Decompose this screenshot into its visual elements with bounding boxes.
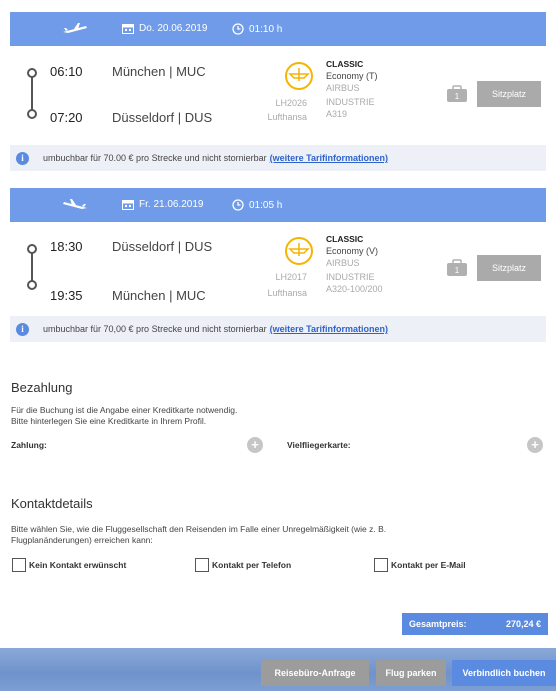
- arrival-time: 19:35: [50, 288, 83, 303]
- arrival-dot-icon: [27, 280, 37, 290]
- aircraft-maker-1: AIRBUS: [326, 258, 360, 268]
- departure-city: Düsseldorf | DUS: [112, 239, 213, 254]
- flight-2-duration-text: 01:05 h: [249, 199, 283, 211]
- flight-1-date-text: Do. 20.06.2019: [139, 23, 208, 34]
- arrival-city: Düsseldorf | DUS: [112, 110, 213, 125]
- fare-rules-text: umbuchbar für 70.00 € pro Strecke und ni…: [43, 153, 267, 163]
- flight-2-header: Fr. 21.06.2019 01:05 h: [10, 188, 546, 222]
- contact-text-2: Flugplanänderungen) erreichen kann:: [11, 535, 153, 545]
- fare-info-link[interactable]: (weitere Tarifinformationen): [270, 324, 388, 334]
- cabin-class: Economy (T): [326, 71, 378, 81]
- travel-agency-request-button[interactable]: Reisebüro-Anfrage: [261, 660, 369, 686]
- contact-option-phone[interactable]: Kontakt per Telefon: [195, 558, 291, 572]
- book-binding-button[interactable]: Verbindlich buchen: [452, 660, 556, 686]
- frequent-flyer-label: Vielfliegerkarte:: [287, 440, 351, 450]
- svg-text:1: 1: [455, 92, 460, 101]
- svg-text:1: 1: [455, 266, 460, 275]
- flight-2-fare-info: i umbuchbar für 70,00 € pro Strecke und …: [10, 316, 546, 342]
- departure-time: 06:10: [50, 64, 83, 79]
- arrival-dot-icon: [27, 109, 37, 119]
- contact-option-email[interactable]: Kontakt per E-Mail: [374, 558, 466, 572]
- fare-info: CLASSIC Economy (V) AIRBUS INDUSTRIE A32…: [326, 233, 383, 295]
- plane-return-icon: [63, 199, 87, 209]
- cabin-class: Economy (V): [326, 246, 379, 256]
- flight-1-duration-text: 01:10 h: [249, 23, 283, 35]
- checkbox[interactable]: [12, 558, 26, 572]
- departure-time: 18:30: [50, 239, 83, 254]
- fare-rules-text: umbuchbar für 70,00 € pro Strecke und ni…: [43, 324, 267, 334]
- add-payment-icon[interactable]: +: [247, 437, 263, 453]
- info-icon: i: [16, 322, 29, 336]
- lufthansa-logo-icon: [285, 62, 313, 90]
- flight-number: LH2026: [275, 98, 307, 108]
- flight-2-date: Fr. 21.06.2019: [122, 199, 204, 210]
- flight-1-header: Do. 20.06.2019 01:10 h: [10, 12, 546, 46]
- total-price-value: 270,24 €: [505, 619, 541, 629]
- flight-1-details: 06:10 München | MUC 07:20 Düsseldorf | D…: [10, 46, 546, 148]
- calendar-icon: [122, 24, 134, 34]
- airline-name: Lufthansa: [267, 288, 307, 298]
- aircraft-type: A320-100/200: [326, 284, 383, 294]
- add-frequent-flyer-icon[interactable]: +: [527, 437, 543, 453]
- fare-class: CLASSIC: [326, 234, 364, 244]
- payment-label: Zahlung:: [11, 440, 47, 450]
- arrival-time: 07:20: [50, 110, 83, 125]
- clock-icon: [232, 199, 244, 211]
- seat-selection-button[interactable]: Sitzplatz: [477, 81, 541, 107]
- contact-option-label: Kontakt per E-Mail: [391, 560, 466, 570]
- contact-title: Kontaktdetails: [11, 496, 93, 511]
- contact-text-1: Bitte wählen Sie, wie die Fluggesellscha…: [11, 524, 387, 534]
- info-icon: i: [16, 151, 29, 165]
- contact-option-none[interactable]: Kein Kontakt erwünscht: [12, 558, 126, 572]
- luggage-icon: 1: [447, 85, 467, 102]
- airline-name: Lufthansa: [267, 112, 307, 122]
- fare-info: CLASSIC Economy (T) AIRBUS INDUSTRIE A31…: [326, 58, 378, 120]
- aircraft-maker-2: INDUSTRIE: [326, 97, 375, 107]
- payment-title: Bezahlung: [11, 380, 73, 395]
- calendar-icon: [122, 200, 134, 210]
- seat-selection-button[interactable]: Sitzplatz: [477, 255, 541, 281]
- contact-option-label: Kein Kontakt erwünscht: [29, 560, 127, 570]
- park-flight-button[interactable]: Flug parken: [376, 660, 446, 686]
- fare-class: CLASSIC: [326, 59, 364, 69]
- departure-city: München | MUC: [112, 64, 206, 79]
- total-price-label: Gesamtpreis:: [409, 619, 467, 629]
- flight-2-details: 18:30 Düsseldorf | DUS 19:35 München | M…: [10, 222, 546, 324]
- flight-2-date-text: Fr. 21.06.2019: [139, 199, 204, 210]
- flight-1-date: Do. 20.06.2019: [122, 23, 207, 34]
- aircraft-maker-2: INDUSTRIE: [326, 272, 375, 282]
- flight-1-fare-info: i umbuchbar für 70.00 € pro Strecke und …: [10, 145, 546, 171]
- fare-info-link[interactable]: (weitere Tarifinformationen): [270, 153, 388, 163]
- payment-text-1: Für die Buchung ist die Angabe einer Kre…: [11, 405, 238, 415]
- flight-2-duration: 01:05 h: [232, 199, 282, 211]
- checkbox[interactable]: [195, 558, 209, 572]
- flight-1-duration: 01:10 h: [232, 23, 282, 35]
- arrival-city: München | MUC: [112, 288, 206, 303]
- aircraft-maker-1: AIRBUS: [326, 83, 360, 93]
- route-line: [31, 253, 33, 282]
- checkbox[interactable]: [374, 558, 388, 572]
- lufthansa-logo-icon: [285, 237, 313, 265]
- payment-text-2: Bitte hinterlegen Sie eine Kreditkarte i…: [11, 416, 207, 426]
- flight-number: LH2017: [275, 272, 307, 282]
- contact-option-label: Kontakt per Telefon: [212, 560, 292, 570]
- total-price-bar: Gesamtpreis: 270,24 €: [402, 613, 548, 635]
- luggage-icon: 1: [447, 259, 467, 276]
- aircraft-type: A319: [326, 109, 348, 119]
- route-line: [31, 77, 33, 111]
- clock-icon: [232, 23, 244, 35]
- plane-departure-icon: [63, 23, 87, 33]
